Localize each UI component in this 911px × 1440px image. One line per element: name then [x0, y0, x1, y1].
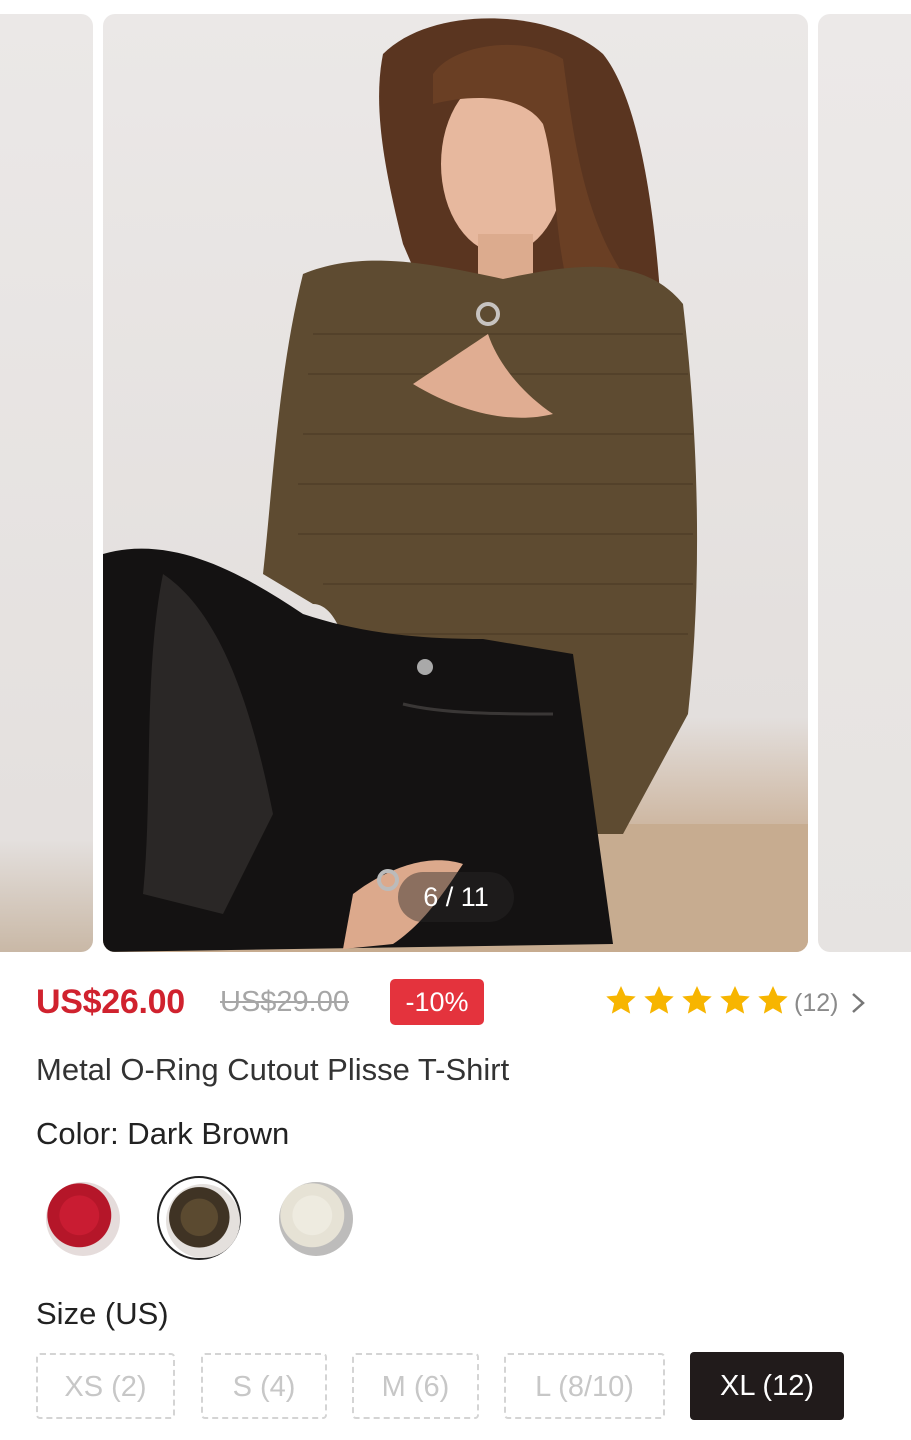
image-counter: 6 / 11	[398, 872, 514, 922]
color-label: Color: Dark Brown	[36, 1116, 290, 1151]
sale-price: US$26.00	[36, 983, 185, 1021]
product-image-carousel[interactable]: 6 / 11	[0, 0, 911, 960]
size-option-xs[interactable]: XS (2)	[36, 1353, 175, 1419]
product-image[interactable]	[103, 14, 808, 952]
size-option-xl[interactable]: XL (12)	[690, 1352, 844, 1420]
star-icon	[606, 986, 636, 1014]
color-swatch-dark-brown[interactable]	[166, 1184, 240, 1258]
star-icon	[720, 986, 750, 1014]
next-product-image[interactable]	[818, 14, 911, 952]
size-option-m[interactable]: M (6)	[352, 1353, 479, 1419]
review-count[interactable]: (12)	[794, 989, 838, 1018]
color-swatch-cream[interactable]	[279, 1182, 353, 1256]
original-price: US$29.00	[220, 986, 349, 1018]
color-swatch-red[interactable]	[46, 1182, 120, 1256]
star-icon	[682, 986, 712, 1014]
price-row: US$26.00 US$29.00 -10% (12)	[36, 977, 876, 1031]
size-option-s[interactable]: S (4)	[201, 1353, 327, 1419]
size-option-l[interactable]: L (8/10)	[504, 1353, 665, 1419]
model-illustration	[103, 18, 808, 952]
rating-stars[interactable]	[602, 983, 792, 1019]
size-label: Size (US)	[36, 1296, 169, 1331]
chevron-right-icon[interactable]	[849, 991, 867, 1015]
product-title: Metal O-Ring Cutout Plisse T-Shirt	[36, 1052, 510, 1087]
discount-badge: -10%	[390, 979, 484, 1025]
star-icon	[758, 986, 788, 1014]
previous-product-image[interactable]	[0, 14, 93, 952]
star-icon	[644, 986, 674, 1014]
